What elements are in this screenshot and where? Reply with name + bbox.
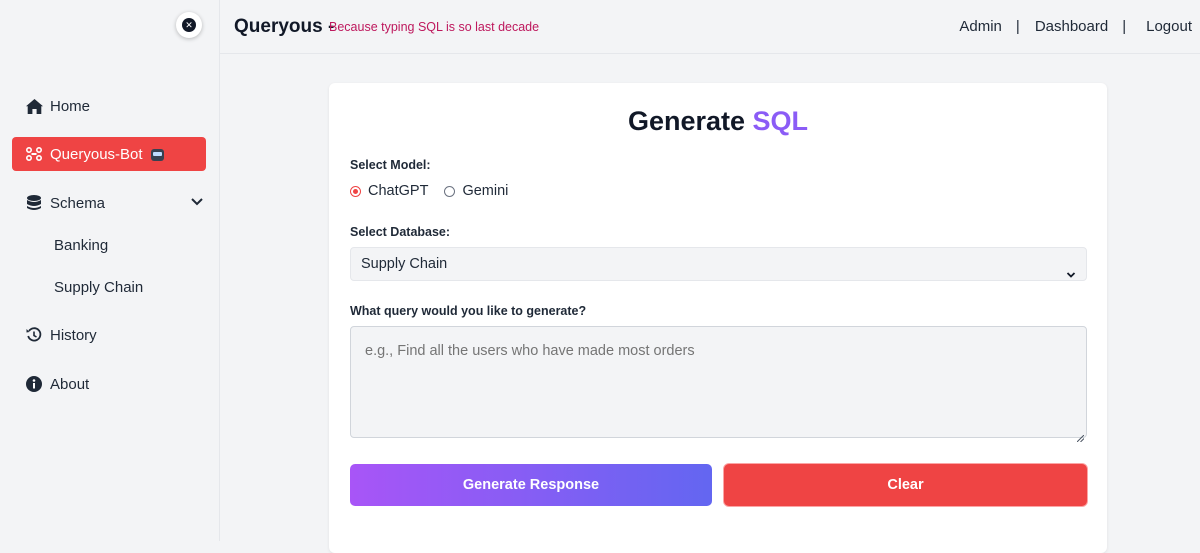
brand-tagline: Because typing SQL is so last decade xyxy=(329,20,540,34)
sidebar-item-label: Queryous-Bot xyxy=(50,145,143,163)
sidebar-item-about[interactable]: About xyxy=(12,367,206,401)
nav-admin-link[interactable]: Admin xyxy=(959,18,1002,35)
chevron-down-icon xyxy=(1066,259,1076,291)
database-select[interactable]: Supply Chain xyxy=(350,247,1087,281)
query-label: What query would you like to generate? xyxy=(350,304,587,318)
robot-emoji-icon xyxy=(150,149,164,161)
title-accent: SQL xyxy=(752,106,809,136)
top-nav: Admin | Dashboard | Logout xyxy=(959,18,1192,35)
sidebar-item-schema[interactable]: Schema xyxy=(12,186,206,220)
sidebar-item-label: About xyxy=(50,375,90,393)
radio-gemini[interactable] xyxy=(444,185,456,197)
sidebar-item-home[interactable]: Home xyxy=(12,89,206,123)
bot-icon xyxy=(25,145,43,163)
sidebar: ✕ Home Queryous-Bot Schema Banking Suppl… xyxy=(0,0,220,541)
chevron-down-icon[interactable] xyxy=(190,194,204,211)
generate-response-button[interactable]: Generate Response xyxy=(350,464,712,506)
home-icon xyxy=(25,97,43,115)
history-icon xyxy=(25,326,43,344)
nav-separator: | xyxy=(1122,18,1127,35)
radio-chatgpt-label[interactable]: ChatGPT xyxy=(368,183,428,199)
sidebar-item-label: Schema xyxy=(50,194,106,212)
nav-separator: | xyxy=(1015,18,1020,35)
sidebar-item-label: History xyxy=(50,326,97,344)
brand-title: Queryous - xyxy=(234,16,335,37)
sidebar-item-history[interactable]: History xyxy=(12,318,206,352)
model-radio-group: ChatGPT Gemini xyxy=(350,183,524,199)
database-icon xyxy=(25,194,43,212)
nav-logout-link[interactable]: Logout xyxy=(1146,18,1192,35)
nav-dashboard-link[interactable]: Dashboard xyxy=(1035,18,1108,35)
info-icon xyxy=(25,375,43,393)
schema-item-banking[interactable]: Banking xyxy=(54,237,108,254)
generate-sql-card: Generate SQL Select Model: ChatGPT Gemin… xyxy=(329,83,1107,553)
top-header: Queryous - Because typing SQL is so last… xyxy=(220,0,1200,54)
select-database-label: Select Database: xyxy=(350,225,451,239)
page-title: Generate SQL xyxy=(329,106,1107,137)
title-main: Generate xyxy=(627,106,746,136)
radio-chatgpt[interactable] xyxy=(350,185,361,197)
database-select-value: Supply Chain xyxy=(361,256,448,272)
sidebar-item-queryous-bot[interactable]: Queryous-Bot xyxy=(12,137,206,171)
close-sidebar-button[interactable]: ✕ xyxy=(176,12,202,38)
close-icon: ✕ xyxy=(182,18,196,32)
query-textarea[interactable] xyxy=(350,326,1087,438)
clear-button[interactable]: Clear xyxy=(723,463,1088,507)
select-model-label: Select Model: xyxy=(350,158,431,172)
radio-gemini-label[interactable]: Gemini xyxy=(462,183,508,199)
schema-item-supply-chain[interactable]: Supply Chain xyxy=(54,279,143,296)
sidebar-item-label: Home xyxy=(50,97,91,115)
